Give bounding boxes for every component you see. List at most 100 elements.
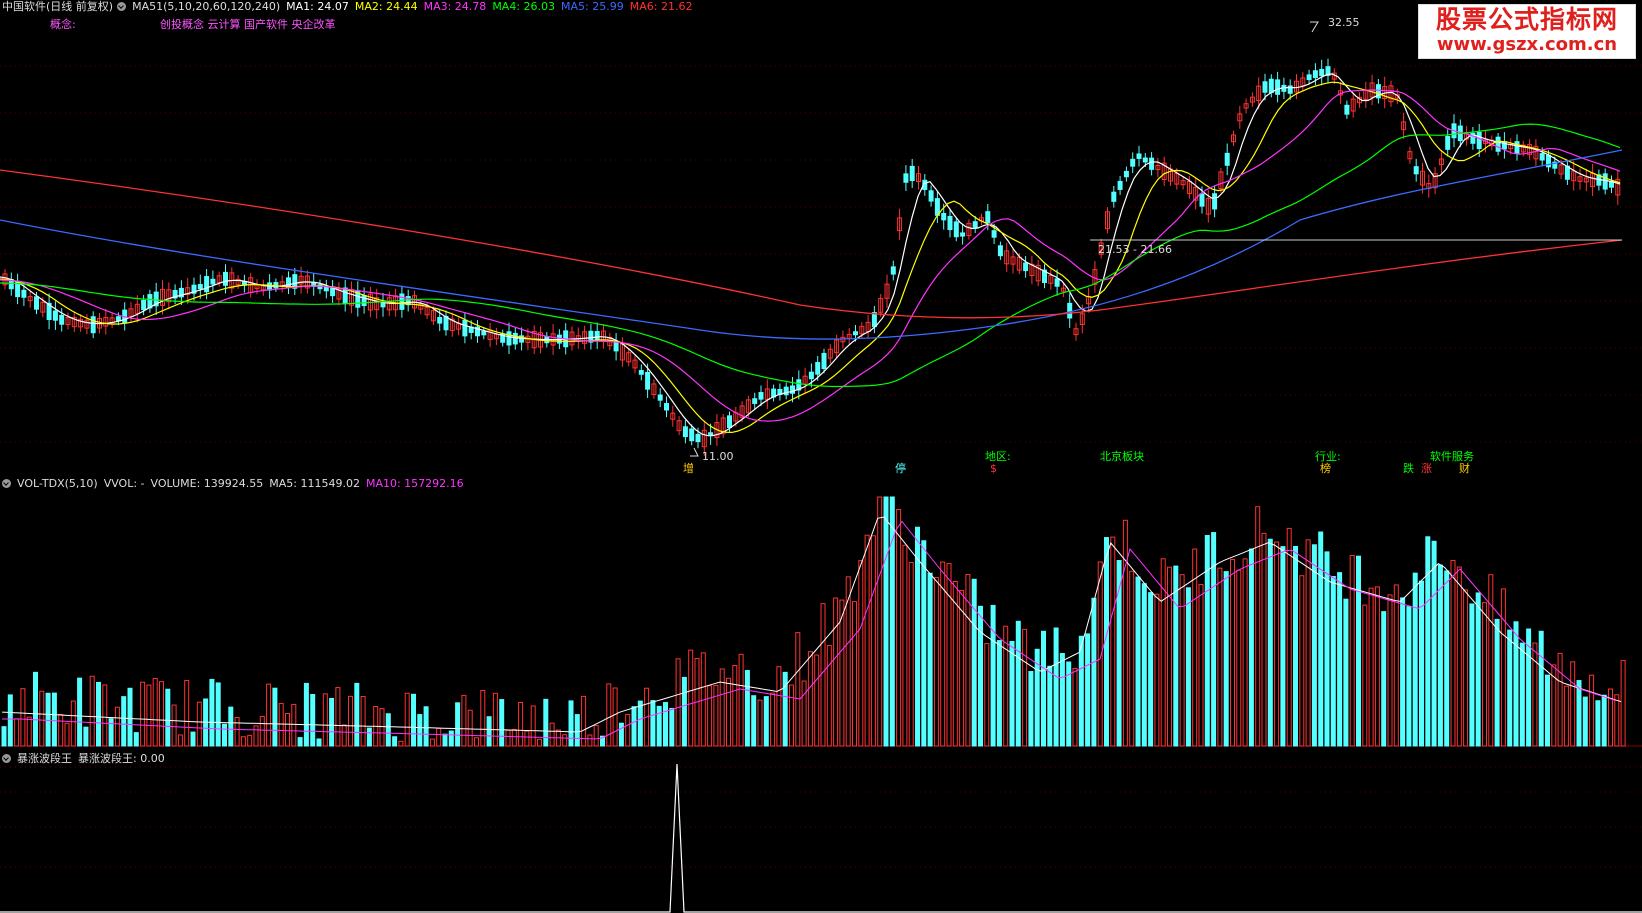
volume-bar	[807, 651, 813, 747]
candle-body	[512, 332, 518, 345]
high-marker	[1310, 21, 1319, 33]
candle-body	[997, 245, 1003, 257]
volume-bar	[1595, 700, 1601, 747]
candle-body	[141, 299, 147, 311]
candle-body	[928, 190, 934, 202]
low-price-label: 11.00	[702, 450, 734, 463]
candle-body	[695, 433, 701, 443]
volume-bar	[1185, 587, 1191, 747]
candle-body	[808, 371, 814, 380]
candle-body	[1067, 302, 1073, 319]
volume-bar	[209, 678, 215, 747]
volume-bar	[140, 681, 146, 747]
watermark-line2: www.gszx.com.cn	[1436, 34, 1618, 55]
settings-circle-icon[interactable]	[2, 479, 11, 488]
volume-bar	[984, 643, 990, 747]
volume-bar	[45, 692, 51, 747]
ma4-line	[0, 123, 1621, 388]
indicator-chart[interactable]	[0, 752, 1642, 913]
volume-bar	[1211, 532, 1217, 747]
volume-bar	[1343, 598, 1349, 747]
volume-bar	[1570, 661, 1576, 747]
tag-ting[interactable]: 停	[895, 463, 906, 475]
volume-ma10-line	[2, 520, 1617, 740]
candle-body	[21, 289, 27, 298]
price-pane[interactable]: 中国软件(日线 前复权) MA51(5,10,20,60,120,240) MA1:…	[0, 0, 1642, 475]
tag-zhang[interactable]: 涨	[1421, 463, 1432, 475]
volume-bar	[360, 695, 366, 747]
volume-bar	[1286, 527, 1292, 747]
candle-body	[727, 415, 732, 428]
candle-body	[1306, 74, 1312, 80]
volume-chart[interactable]	[0, 477, 1642, 747]
volume-bar	[272, 687, 278, 747]
candle-body	[197, 284, 203, 290]
volume-bar	[310, 693, 316, 747]
volume-bar	[58, 713, 64, 747]
tag-bang[interactable]: 榜	[1320, 463, 1331, 475]
volume-bar	[448, 730, 454, 747]
volume-bar	[524, 730, 530, 747]
volume-bar	[990, 604, 996, 747]
candle-body	[323, 286, 329, 292]
volume-bar	[171, 704, 177, 747]
volume-bar	[492, 692, 498, 747]
volume-bar	[64, 722, 70, 747]
volume-bar	[442, 733, 448, 747]
tag-zeng[interactable]: 增	[683, 463, 694, 475]
volume-bar	[801, 680, 807, 747]
volume-bar	[1009, 641, 1015, 747]
volume-bar	[1230, 558, 1235, 747]
volume-bar	[530, 705, 536, 747]
volume-bar	[1368, 587, 1374, 747]
volume-bar	[39, 690, 45, 747]
volume-bar	[1444, 570, 1450, 747]
volume-bar	[770, 692, 776, 747]
volume-pane[interactable]: VOL-TDX(5,10) VVOL: - VOLUME: 139924.55 MA5…	[0, 477, 1642, 747]
tag-die[interactable]: 跌	[1403, 463, 1414, 475]
candle-body	[210, 278, 216, 285]
volume-bar	[7, 694, 13, 747]
volume-bar	[228, 706, 234, 747]
indicator-pane[interactable]: 暴涨波段王 暴涨波段王: 0.00	[0, 752, 1642, 913]
volume-bar	[102, 684, 108, 747]
volume-bar	[152, 678, 158, 747]
volume-indicator-name[interactable]: VOL-TDX(5,10)	[17, 477, 98, 490]
volume-bar	[669, 707, 675, 747]
price-chart[interactable]	[0, 0, 1642, 457]
volume-bar	[159, 681, 164, 747]
watermark-logo: 股票公式指标网 www.gszx.com.cn	[1418, 4, 1636, 59]
volume-bar	[996, 640, 1002, 747]
candle-body	[783, 386, 789, 396]
volume-bar	[329, 697, 335, 747]
volume-bar	[385, 713, 391, 747]
volume-bar	[1110, 536, 1116, 747]
volume-bar	[1148, 592, 1154, 747]
settings-circle-icon[interactable]	[2, 754, 11, 763]
volume-bar	[921, 540, 927, 747]
volume-bar	[77, 677, 83, 747]
volume-bar	[341, 724, 347, 747]
candle-body	[1111, 191, 1117, 202]
volume-bar	[1053, 627, 1059, 747]
volume-bar	[593, 725, 599, 747]
volume-bar	[1563, 685, 1569, 747]
volume-bar	[1381, 611, 1387, 747]
candle-body	[934, 198, 940, 216]
volume-bar	[83, 726, 89, 747]
volume-bar	[1538, 630, 1544, 747]
volume-bar	[833, 597, 839, 747]
volume-bar	[1589, 674, 1595, 747]
volume-bar	[303, 682, 309, 747]
volume-bar	[908, 562, 914, 747]
volume-bar	[240, 736, 246, 747]
tag-cai[interactable]: 财	[1459, 463, 1470, 475]
volume-bar	[776, 666, 782, 747]
volume-bar	[1425, 536, 1431, 747]
tag-dollar[interactable]: $	[990, 463, 997, 475]
indicator-name[interactable]: 暴涨波段王	[17, 752, 72, 765]
volume-bar	[196, 701, 202, 747]
candle-body	[52, 310, 58, 321]
volume-bar	[946, 563, 952, 747]
volume-bar	[1576, 680, 1582, 747]
